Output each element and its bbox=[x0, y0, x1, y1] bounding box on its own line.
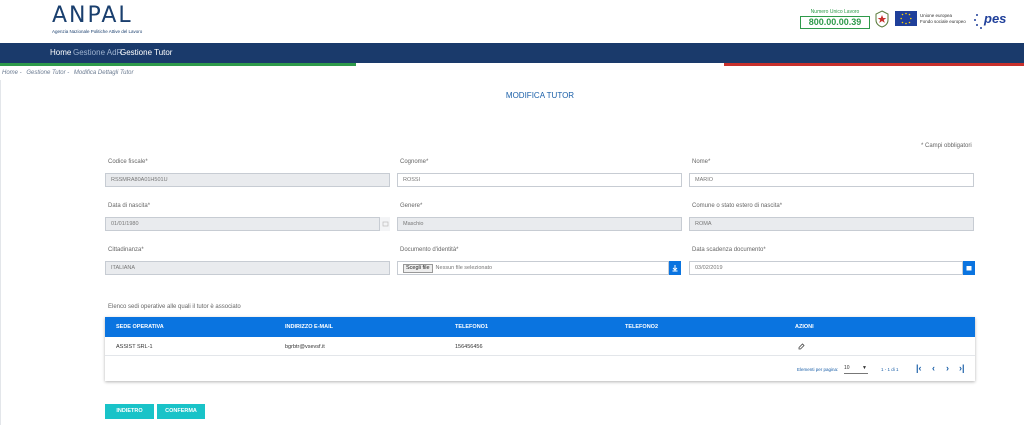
next-page-icon[interactable]: › bbox=[946, 363, 949, 373]
genere-field: Maschio bbox=[397, 217, 682, 231]
cognome-label: Cognome* bbox=[400, 159, 429, 165]
flag-stripe-white bbox=[356, 63, 724, 66]
table-row: ASSIST SRL-1 bgrbtr@vsevsf.it 156456456 bbox=[105, 337, 975, 356]
anpal-logo[interactable]: ANPAL Agenzia Nazionale Politiche Attive… bbox=[52, 4, 162, 38]
breadcrumb-gestione-tutor[interactable]: Gestione Tutor - bbox=[26, 70, 69, 76]
prev-page-icon[interactable]: ‹ bbox=[932, 363, 935, 373]
eu-text-2: Fondo sociale europeo bbox=[920, 19, 966, 24]
breadcrumb-current: Modifica Dettagli Tutor bbox=[73, 70, 134, 76]
comune-field: ROMA bbox=[689, 217, 974, 231]
logo-subtitle: Agenzia Nazionale Politiche Attive del L… bbox=[52, 29, 143, 34]
codice-fiscale-field: RSSMRA80A01H501U bbox=[105, 173, 390, 187]
flag-stripe-green bbox=[0, 63, 356, 66]
nav-home[interactable]: Home bbox=[50, 48, 71, 57]
download-icon bbox=[672, 265, 678, 272]
cognome-field[interactable]: ROSSI bbox=[397, 173, 682, 187]
eu-text: Unione europea Fondo sociale europeo bbox=[920, 13, 968, 25]
numero-label: Numero Unico Lavoro bbox=[810, 9, 860, 15]
table-header: SEDE OPERATIVA INDIRIZZO E-MAIL TELEFONO… bbox=[105, 317, 975, 337]
items-per-page-value: 10 bbox=[844, 365, 850, 371]
main-navbar: Home Gestione AdR Gestione Tutor bbox=[0, 43, 1024, 63]
numero-unico-lavoro: Numero Unico Lavoro 800.00.00.39 bbox=[800, 9, 870, 29]
scadenza-field[interactable]: 03/02/2019 bbox=[689, 261, 963, 275]
last-page-icon[interactable]: ›| bbox=[959, 363, 965, 373]
items-per-page-label: Elementi per pagina: bbox=[797, 367, 839, 372]
col-azioni: AZIONI bbox=[795, 324, 814, 330]
upload-button[interactable] bbox=[669, 261, 681, 275]
italian-emblem-icon bbox=[875, 10, 889, 28]
calendar-icon bbox=[966, 266, 972, 271]
col-telefono2: TELEFONO2 bbox=[625, 324, 659, 330]
col-sede-operativa: SEDE OPERATIVA bbox=[116, 324, 164, 330]
scadenza-calendar-button[interactable] bbox=[963, 261, 975, 275]
calendar-button bbox=[379, 217, 390, 231]
documento-file-input[interactable]: Scegli file Nessun file selezionato bbox=[397, 261, 669, 275]
breadcrumb-home[interactable]: Home - bbox=[2, 70, 22, 76]
documento-label: Documento d'identità* bbox=[400, 247, 459, 253]
cell-sede: ASSIST SRL-1 bbox=[116, 344, 153, 350]
calendar-icon bbox=[382, 221, 389, 227]
page-range: 1 - 1 di 1 bbox=[881, 367, 899, 372]
cell-email: bgrbtr@vsevsf.it bbox=[285, 344, 325, 350]
sedi-table: SEDE OPERATIVA INDIRIZZO E-MAIL TELEFONO… bbox=[105, 317, 975, 381]
col-telefono1: TELEFONO1 bbox=[455, 324, 489, 330]
nome-field[interactable]: MARIO bbox=[689, 173, 974, 187]
pes-logo: pes bbox=[984, 11, 1007, 26]
no-file-text: Nessun file selezionato bbox=[435, 265, 493, 271]
nav-gestione-adr[interactable]: Gestione AdR bbox=[73, 48, 122, 57]
conferma-button[interactable]: CONFERMA bbox=[157, 404, 205, 419]
scadenza-label: Data scadenza documento* bbox=[692, 247, 766, 253]
cittadinanza-field: ITALIANA bbox=[105, 261, 390, 275]
indietro-button[interactable]: INDIETRO bbox=[105, 404, 154, 419]
col-email: INDIRIZZO E-MAIL bbox=[285, 324, 333, 330]
breadcrumb: Home - Gestione Tutor - Modifica Dettagl… bbox=[2, 70, 137, 76]
codice-fiscale-label: Codice fiscale* bbox=[108, 159, 148, 165]
eu-flag-icon bbox=[895, 11, 917, 26]
comune-label: Comune o stato estero di nascita* bbox=[692, 203, 783, 209]
top-header: ANPAL Agenzia Nazionale Politiche Attive… bbox=[0, 0, 1024, 43]
genere-label: Genere* bbox=[400, 203, 423, 209]
cittadinanza-label: Cittadinanza* bbox=[108, 247, 144, 253]
data-nascita-label: Data di nascita* bbox=[108, 203, 151, 209]
data-nascita-field: 01/01/1980 bbox=[105, 217, 390, 231]
items-per-page-select[interactable]: 10 ▼ bbox=[844, 365, 868, 374]
table-caption: Elenco sedi operative alle quali il tuto… bbox=[108, 304, 241, 310]
nav-gestione-tutor[interactable]: Gestione Tutor bbox=[120, 48, 172, 57]
first-page-icon[interactable]: |‹ bbox=[916, 363, 922, 373]
page-title: MODIFICA TUTOR bbox=[505, 91, 575, 100]
numero-value: 800.00.00.39 bbox=[800, 16, 870, 29]
choose-file-button[interactable]: Scegli file bbox=[403, 264, 433, 273]
chevron-down-icon: ▼ bbox=[862, 365, 867, 371]
edit-icon[interactable] bbox=[798, 343, 805, 350]
flag-stripe-red bbox=[724, 63, 1024, 66]
nome-label: Nome* bbox=[692, 159, 711, 165]
required-fields-note: * Campi obbligatori bbox=[921, 143, 972, 149]
logo-text: ANPAL bbox=[52, 3, 133, 28]
cell-telefono1: 156456456 bbox=[455, 344, 483, 350]
